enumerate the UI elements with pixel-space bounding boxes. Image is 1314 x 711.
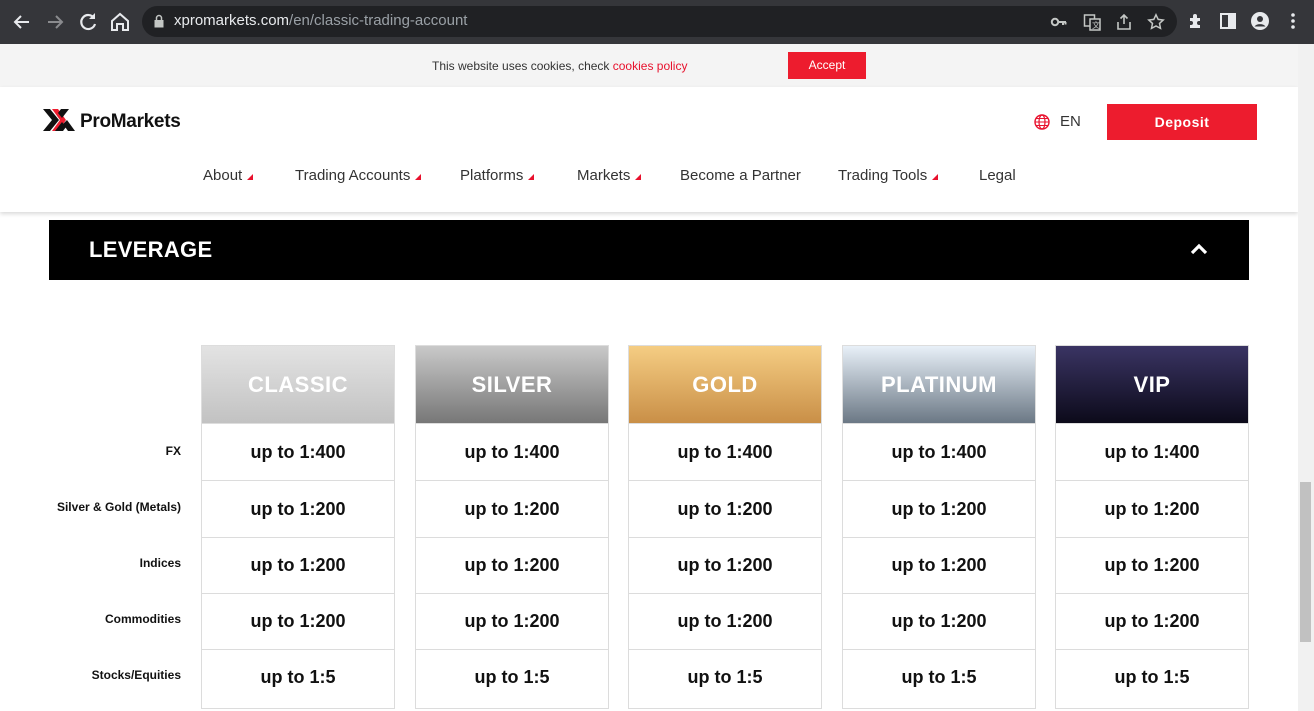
logo[interactable]: ProMarkets <box>42 107 181 137</box>
nav-item-platforms[interactable]: Platforms <box>460 167 535 184</box>
nav-label: Trading Tools <box>838 167 928 184</box>
nav-label: Platforms <box>460 167 524 184</box>
kebab-menu-icon[interactable] <box>1283 11 1303 31</box>
leverage-cell: up to 1:5 <box>628 649 822 709</box>
profile-icon[interactable] <box>1250 11 1270 31</box>
globe-icon <box>1034 113 1050 130</box>
leverage-cell: up to 1:200 <box>415 593 609 650</box>
nav-item-trading-tools[interactable]: Trading Tools <box>838 167 939 184</box>
nav-label: Become a Partner <box>680 167 801 184</box>
row-label-metals: Silver & Gold (Metals) <box>56 500 181 514</box>
nav-label: Markets <box>577 167 631 184</box>
nav-item-become-a-partner[interactable]: Become a Partner <box>680 167 801 184</box>
row-label-commodities: Commodities <box>104 612 181 626</box>
account-name: CLASSIC <box>247 372 349 397</box>
leverage-cell: up to 1:5 <box>415 649 609 709</box>
row-label-indices: Indices <box>139 556 181 570</box>
page-scrollbar[interactable] <box>1298 44 1314 711</box>
url-text[interactable]: xpromarkets.com/en/classic-trading-accou… <box>174 12 467 29</box>
account-name: PLATINUM <box>880 372 998 397</box>
row-label-stocks: Stocks/Equities <box>91 668 181 682</box>
address-bar[interactable]: xpromarkets.com/en/classic-trading-accou… <box>142 6 1177 37</box>
account-header-classic: CLASSIC <box>201 345 395 424</box>
puzzle-icon[interactable] <box>1186 11 1206 31</box>
star-icon[interactable] <box>1147 13 1165 31</box>
account-header-gold: GOLD <box>628 345 822 424</box>
account-column-silver: SILVER up to 1:400 up to 1:200 up to 1:2… <box>415 345 609 711</box>
accept-cookies-button[interactable]: Accept <box>788 52 866 79</box>
logo-text: ProMarkets <box>80 111 181 132</box>
main-nav: About Trading Accounts Platforms Markets… <box>0 167 1298 189</box>
leverage-cell: up to 1:200 <box>415 481 609 538</box>
nav-label: About <box>203 167 243 184</box>
dropdown-caret-icon <box>635 174 642 180</box>
svg-text:文: 文 <box>1092 20 1100 30</box>
account-name: GOLD <box>692 372 758 397</box>
nav-label: Legal <box>979 167 1016 184</box>
account-column-platinum: PLATINUM up to 1:400 up to 1:200 up to 1… <box>842 345 1036 711</box>
dropdown-caret-icon <box>528 174 535 180</box>
leverage-cell: up to 1:200 <box>201 481 395 538</box>
leverage-cell: up to 1:5 <box>201 649 395 709</box>
nav-item-trading-accounts[interactable]: Trading Accounts <box>295 167 422 184</box>
leverage-cell: up to 1:200 <box>415 537 609 594</box>
side-panel-icon[interactable] <box>1218 11 1238 31</box>
lock-icon[interactable] <box>154 14 164 28</box>
site-header: ProMarkets EN Deposit About Trading Acco… <box>0 87 1298 212</box>
dropdown-caret-icon <box>932 174 939 180</box>
scrollbar-thumb[interactable] <box>1300 482 1311 642</box>
deposit-button[interactable]: Deposit <box>1107 104 1257 140</box>
nav-item-about[interactable]: About <box>203 167 254 184</box>
account-header-vip: VIP <box>1055 345 1249 424</box>
account-column-gold: GOLD up to 1:400 up to 1:200 up to 1:200… <box>628 345 822 711</box>
row-label-fx: FX <box>165 444 181 458</box>
leverage-cell: up to 1:400 <box>842 424 1036 481</box>
back-icon[interactable] <box>10 10 34 34</box>
browser-toolbar: xpromarkets.com/en/classic-trading-accou… <box>0 0 1314 44</box>
account-name: VIP <box>1133 372 1171 397</box>
leverage-cell: up to 1:200 <box>628 537 822 594</box>
leverage-cell: up to 1:5 <box>1055 649 1249 709</box>
leverage-cell: up to 1:200 <box>1055 537 1249 594</box>
account-column-classic: CLASSIC up to 1:400 up to 1:200 up to 1:… <box>201 345 395 711</box>
translate-icon[interactable]: 文 <box>1083 13 1101 31</box>
x-logo-icon <box>43 109 75 131</box>
account-header-platinum: PLATINUM <box>842 345 1036 424</box>
language-selector[interactable]: EN <box>1034 113 1081 130</box>
account-column-vip: VIP up to 1:400 up to 1:200 up to 1:200 … <box>1055 345 1249 711</box>
language-code: EN <box>1060 113 1081 130</box>
cookie-banner: This website uses cookies, check cookies… <box>0 44 1298 87</box>
key-icon[interactable] <box>1050 13 1068 31</box>
leverage-cell: up to 1:200 <box>628 481 822 538</box>
reload-icon[interactable] <box>76 10 100 34</box>
leverage-cell: up to 1:400 <box>1055 424 1249 481</box>
chevron-up-icon[interactable] <box>1189 242 1209 256</box>
leverage-title: LEVERAGE <box>89 237 213 262</box>
leverage-cell: up to 1:200 <box>1055 481 1249 538</box>
nav-item-markets[interactable]: Markets <box>577 167 642 184</box>
leverage-cell: up to 1:200 <box>201 593 395 650</box>
leverage-accordion-header[interactable]: LEVERAGE <box>49 220 1249 280</box>
leverage-cell: up to 1:200 <box>628 593 822 650</box>
leverage-cell: up to 1:5 <box>842 649 1036 709</box>
leverage-cell: up to 1:200 <box>842 537 1036 594</box>
leverage-cell: up to 1:200 <box>1055 593 1249 650</box>
cookie-text: This website uses cookies, check cookies… <box>432 59 688 73</box>
forward-icon[interactable] <box>43 10 67 34</box>
share-icon[interactable] <box>1115 13 1133 31</box>
leverage-cell: up to 1:200 <box>842 593 1036 650</box>
account-header-silver: SILVER <box>415 345 609 424</box>
leverage-cell: up to 1:200 <box>201 537 395 594</box>
leverage-cell: up to 1:200 <box>842 481 1036 538</box>
dropdown-caret-icon <box>247 174 254 180</box>
leverage-cell: up to 1:400 <box>415 424 609 481</box>
nav-label: Trading Accounts <box>295 167 411 184</box>
cookies-policy-link[interactable]: cookies policy <box>613 59 688 73</box>
leverage-cell: up to 1:400 <box>628 424 822 481</box>
nav-item-legal[interactable]: Legal <box>979 167 1016 184</box>
dropdown-caret-icon <box>415 174 422 180</box>
leverage-cell: up to 1:400 <box>201 424 395 481</box>
home-icon[interactable] <box>108 10 132 34</box>
account-name: SILVER <box>471 372 553 397</box>
